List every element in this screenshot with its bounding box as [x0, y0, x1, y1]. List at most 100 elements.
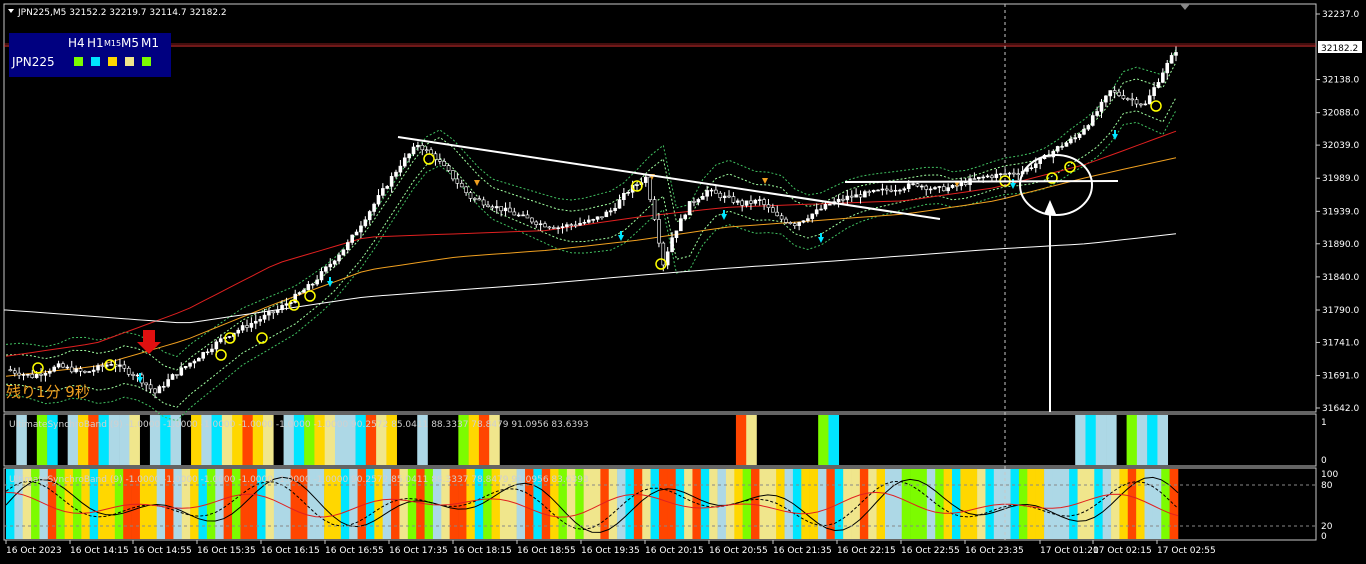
x-tick-label: 16 Oct 17:35 — [389, 546, 448, 556]
candle-body — [188, 362, 192, 367]
candle-body — [218, 338, 223, 343]
y-tick-label: 32088.0 — [1322, 109, 1359, 119]
candle-body — [578, 222, 582, 226]
candle-body — [884, 188, 889, 191]
candle-body — [78, 368, 83, 372]
candle-body — [337, 254, 341, 262]
candle-body — [661, 242, 666, 266]
candle-body — [350, 234, 354, 243]
timeframe-status-square — [74, 57, 83, 66]
candle-body — [1099, 101, 1104, 112]
candle-body — [359, 225, 363, 233]
price-axis[interactable]: 32237.0 32138.0 32088.0 32039.0 31989.0 31939… — [1316, 10, 1359, 414]
candle-body — [753, 199, 758, 204]
histogram-bar — [1126, 415, 1138, 465]
histogram-bar — [767, 469, 777, 539]
candle-body — [297, 292, 302, 295]
histogram-bar — [1085, 415, 1097, 465]
histogram-bar — [650, 469, 660, 539]
histogram-bar — [801, 469, 810, 539]
histogram-bar — [1127, 469, 1137, 539]
panel-symbol: JPN225 — [11, 55, 55, 69]
candle-body — [977, 176, 981, 180]
candle-body — [687, 201, 692, 216]
candle-body — [775, 211, 780, 217]
time-axis[interactable]: 16 Oct 2023 16 Oct 14:15 16 Oct 14:55 16 Oc… — [5, 540, 1216, 556]
candle-body — [144, 382, 149, 386]
candle-body — [306, 284, 311, 291]
histogram-bar — [843, 469, 852, 539]
candle-body — [122, 364, 127, 369]
chart-canvas[interactable]: H4 H1 M15 M5 M1 JPN225 JPN225,M5 32152.2… — [0, 0, 1366, 564]
candle-body — [735, 200, 740, 203]
candle-body — [1069, 138, 1073, 144]
histogram-bar — [818, 469, 827, 539]
candle-body — [867, 191, 872, 193]
candle-body — [319, 271, 324, 281]
candle-body — [823, 204, 828, 210]
y-tick-label: 32237.0 — [1322, 10, 1359, 20]
candle-body — [473, 198, 477, 200]
candle-body — [17, 372, 21, 376]
candle-body — [797, 221, 801, 226]
candle-body — [766, 204, 771, 208]
candle-body — [565, 224, 569, 227]
candle-body — [600, 216, 604, 219]
candle-body — [438, 159, 442, 162]
candle-body — [521, 214, 525, 217]
candle-body — [407, 153, 411, 159]
candle-body — [376, 195, 381, 205]
histogram-bar — [735, 415, 747, 465]
candle-body — [1033, 163, 1038, 169]
candle-body — [512, 211, 517, 216]
candle-body — [1134, 99, 1139, 105]
candle-body — [898, 189, 902, 192]
timeframe-M15: M15 — [104, 39, 121, 48]
candle-body — [1055, 146, 1060, 152]
candle-body — [8, 369, 13, 372]
candle-body — [367, 211, 372, 221]
histogram-bar — [1077, 469, 1087, 539]
histogram-bar — [1161, 469, 1170, 539]
candle-body — [61, 363, 65, 368]
histogram-bar — [1085, 469, 1095, 539]
current-price-label: 32182.2 — [1321, 44, 1358, 54]
horizontal-resistance-line[interactable] — [844, 180, 1119, 183]
candle-body — [48, 370, 52, 374]
histogram-bar — [960, 469, 970, 539]
x-tick-label: 17 Oct 01:20 — [1040, 546, 1099, 556]
y-tick-label: 31890.0 — [1322, 240, 1359, 250]
candle-body — [779, 215, 784, 220]
candle-body — [626, 191, 631, 194]
candle-body — [271, 311, 276, 314]
candle-body — [227, 336, 232, 338]
x-tick-label: 16 Oct 14:55 — [133, 546, 192, 556]
candle-body — [183, 366, 188, 369]
candle-body — [828, 203, 832, 206]
candle-body — [1161, 72, 1165, 83]
candle-body — [613, 207, 617, 211]
candle-body — [854, 194, 858, 198]
candle-body — [258, 318, 262, 322]
candle-body — [499, 206, 503, 212]
candle-body — [126, 367, 131, 375]
ind1-level-0: 0 — [1321, 456, 1327, 466]
candle-body — [210, 348, 214, 353]
histogram-bar — [1136, 469, 1145, 539]
x-tick-label: 16 Oct 14:15 — [70, 546, 129, 556]
histogram-bar — [809, 469, 819, 539]
candle-body — [1090, 115, 1095, 126]
candle-body — [481, 199, 486, 206]
candle-body — [836, 198, 841, 202]
candle-body — [845, 195, 850, 201]
histogram-bar — [985, 469, 995, 539]
histogram-bar — [1169, 469, 1179, 539]
candle-body — [1147, 95, 1152, 105]
candle-body — [197, 357, 201, 362]
x-tick-label: 16 Oct 18:55 — [517, 546, 576, 556]
candle-body — [131, 374, 135, 376]
candle-body — [170, 374, 175, 380]
x-tick-label: 16 Oct 22:15 — [837, 546, 896, 556]
candle-body — [525, 214, 530, 219]
candle-body — [635, 184, 639, 186]
